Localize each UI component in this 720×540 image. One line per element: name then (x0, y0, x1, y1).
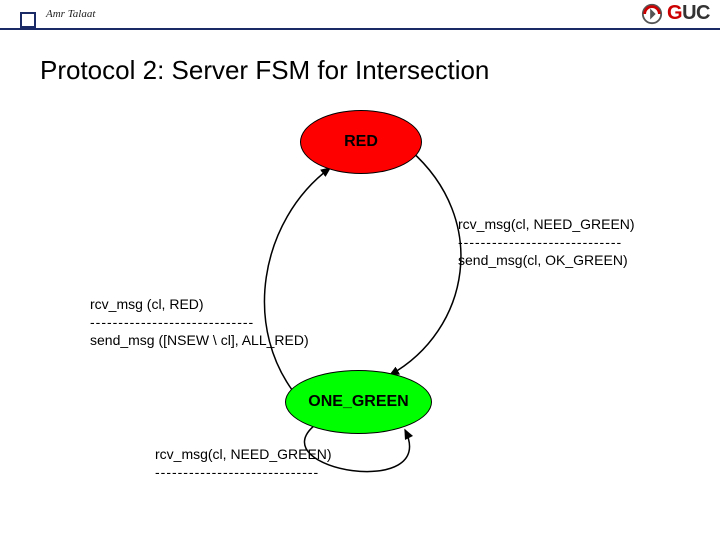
guard: rcv_msg (cl, RED) (90, 295, 309, 313)
header-bullet (20, 12, 36, 28)
logo-text: GUC (667, 2, 710, 25)
edge-green-to-red (264, 168, 330, 400)
header-rule (0, 28, 720, 30)
author-name: Amr Talaat (46, 8, 95, 20)
transition-green-self: rcv_msg(cl, NEED_GREEN) ----------------… (155, 445, 332, 481)
action: send_msg(cl, OK_GREEN) (458, 251, 635, 269)
rule: ----------------------------- (458, 233, 635, 251)
action: send_msg ([NSEW \ cl], ALL_RED) (90, 331, 309, 349)
state-red-label: RED (344, 133, 378, 151)
slide-title: Protocol 2: Server FSM for Intersection (40, 55, 489, 86)
logo-letter-uc: UC (682, 2, 710, 24)
logo: GUC (641, 2, 710, 25)
slide: Amr Talaat GUC Protocol 2: Server FSM fo… (0, 0, 720, 540)
transition-green-to-red: rcv_msg (cl, RED) ----------------------… (90, 295, 309, 350)
fsm-diagram: RED ONE_GREEN rcv_msg(cl, NEED_GREEN) --… (90, 100, 650, 530)
guard: rcv_msg(cl, NEED_GREEN) (458, 215, 635, 233)
state-green: ONE_GREEN (285, 370, 432, 434)
state-green-label: ONE_GREEN (308, 393, 408, 411)
transition-red-to-green: rcv_msg(cl, NEED_GREEN) ----------------… (458, 215, 635, 270)
logo-icon (641, 3, 663, 25)
rule: ----------------------------- (90, 313, 309, 331)
logo-letter-g: G (667, 2, 682, 24)
guard: rcv_msg(cl, NEED_GREEN) (155, 445, 332, 463)
edge-red-to-green (390, 150, 461, 375)
state-red: RED (300, 110, 422, 174)
rule: ----------------------------- (155, 463, 332, 481)
